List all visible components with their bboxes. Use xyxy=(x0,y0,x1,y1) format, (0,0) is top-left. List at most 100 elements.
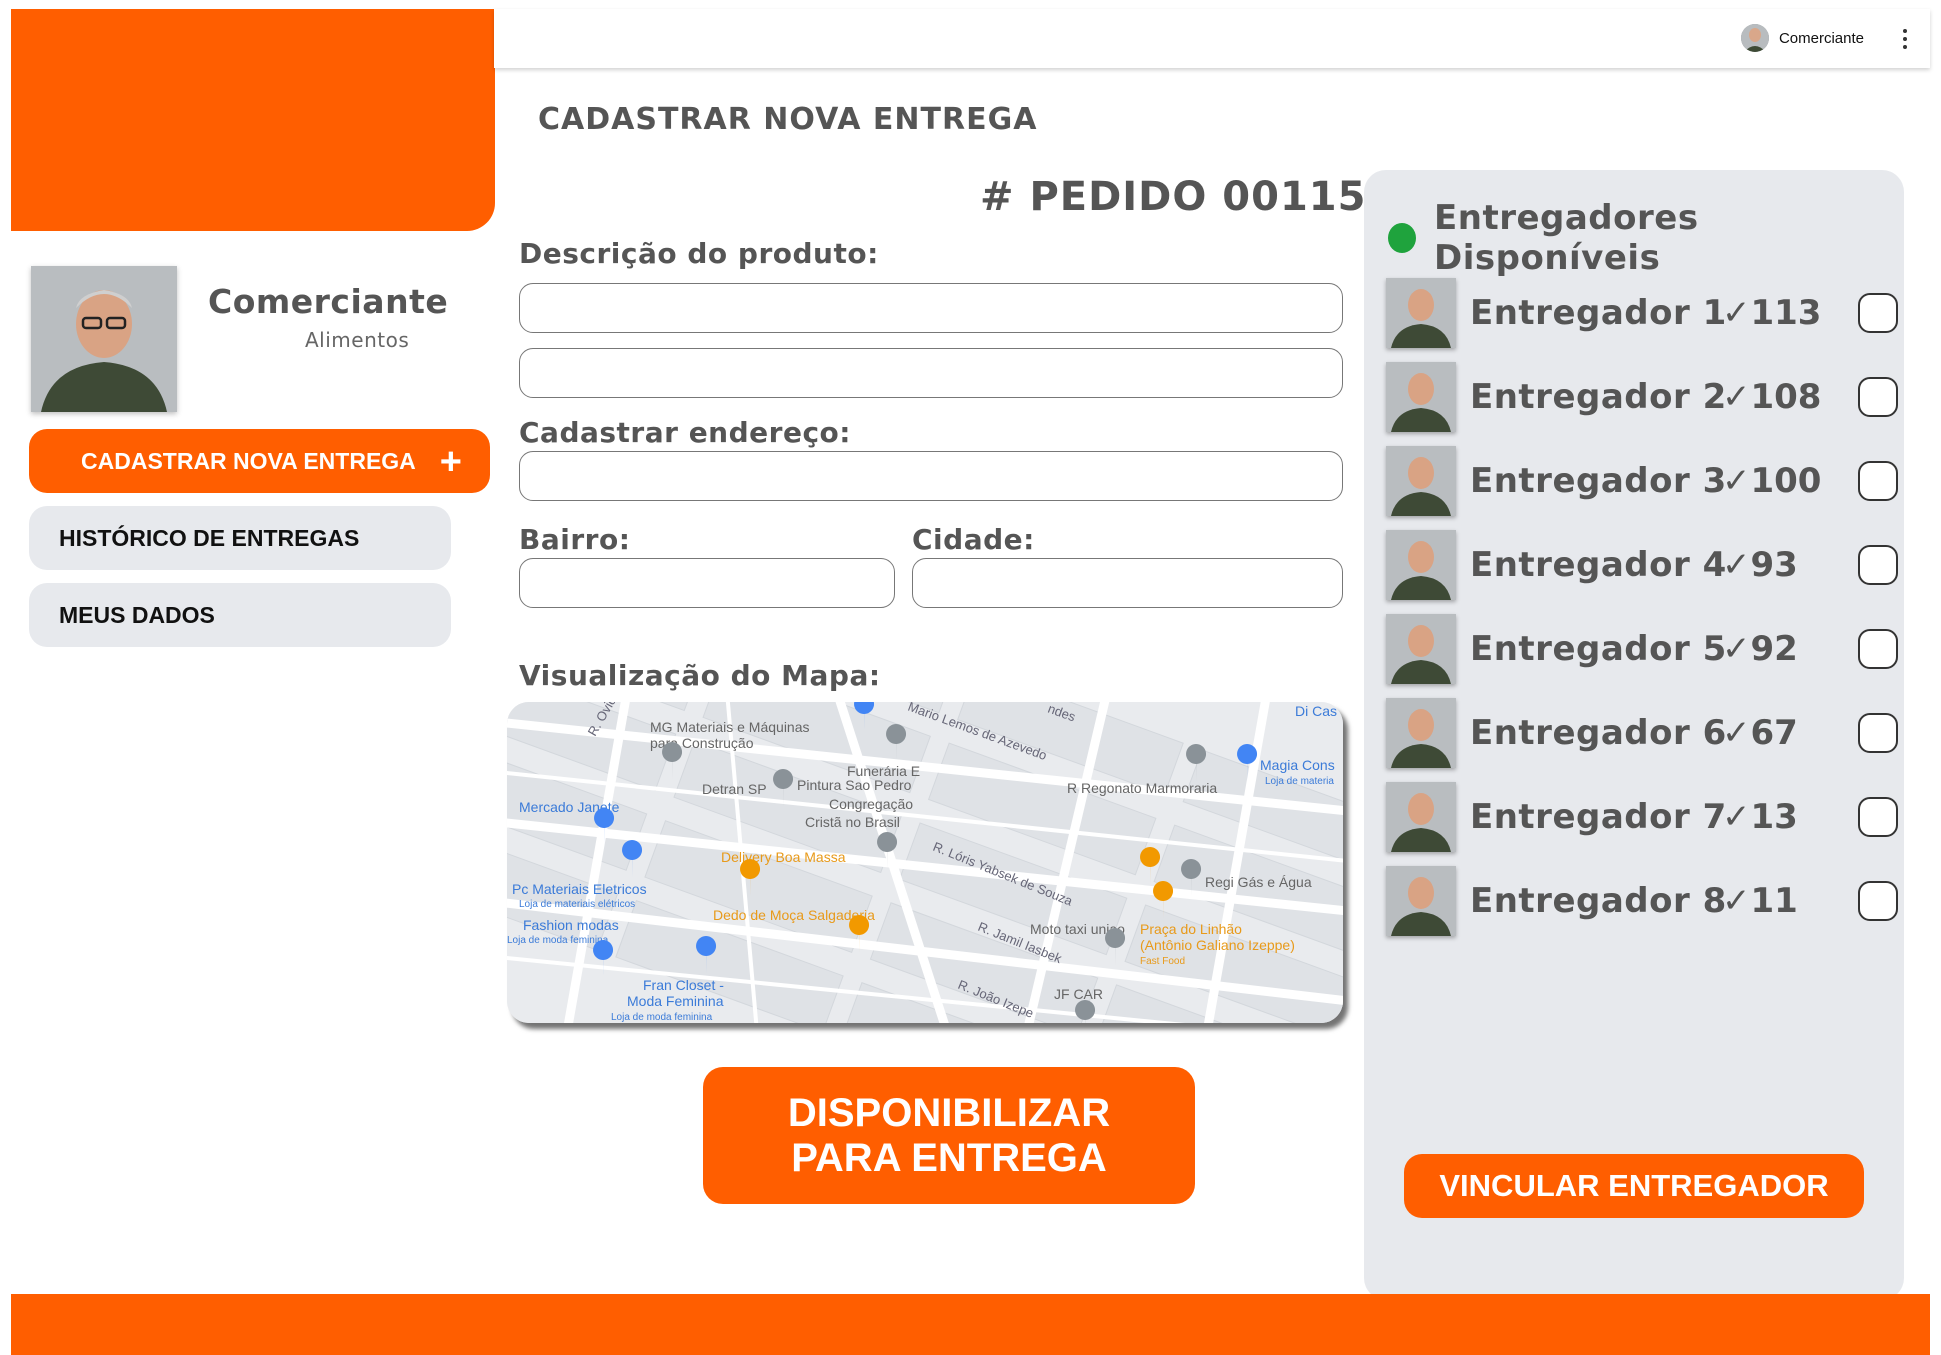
courier-score: ✓100 xyxy=(1722,461,1822,501)
make-available-line-1: DISPONIBILIZAR xyxy=(787,1090,1111,1135)
description-label: Descrição do produto: xyxy=(519,237,879,270)
courier-score: ✓11 xyxy=(1722,881,1798,921)
svg-text:Regi Gás e Água: Regi Gás e Água xyxy=(1205,874,1312,890)
courier-score: ✓108 xyxy=(1722,377,1822,417)
svg-text:Loja de materia: Loja de materia xyxy=(1265,776,1334,787)
avatar xyxy=(1386,446,1456,516)
svg-text:Cristã no Brasil: Cristã no Brasil xyxy=(805,814,900,830)
page-title: CADASTRAR NOVA ENTREGA xyxy=(538,102,1038,137)
svg-text:(Antônio Galiano Izeppe): (Antônio Galiano Izeppe) xyxy=(1140,937,1295,953)
courier-name: Entregador 7 xyxy=(1470,797,1727,837)
courier-checkbox[interactable] xyxy=(1858,461,1898,501)
make-available-line-2: PARA ENTREGA xyxy=(791,1135,1107,1180)
svg-text:Pintura Sao Pedro: Pintura Sao Pedro xyxy=(797,777,912,793)
profile-photo xyxy=(31,266,177,412)
avatar xyxy=(1386,278,1456,348)
courier-row: Entregador 1 ✓113 xyxy=(1386,278,1898,348)
courier-checkbox[interactable] xyxy=(1858,713,1898,753)
avatar xyxy=(1386,362,1456,432)
brand-header-block xyxy=(11,9,495,231)
svg-text:Congregação: Congregação xyxy=(829,796,913,812)
neighborhood-label: Bairro: xyxy=(519,523,631,556)
city-field[interactable] xyxy=(912,558,1343,608)
address-label: Cadastrar endereço: xyxy=(519,416,851,449)
address-field[interactable] xyxy=(519,451,1343,501)
courier-name: Entregador 4 xyxy=(1470,545,1727,585)
courier-row: Entregador 2 ✓108 xyxy=(1386,362,1898,432)
courier-checkbox[interactable] xyxy=(1858,797,1898,837)
courier-checkbox[interactable] xyxy=(1858,377,1898,417)
courier-score: ✓93 xyxy=(1722,545,1798,585)
courier-row: Entregador 7 ✓13 xyxy=(1386,782,1898,852)
courier-score: ✓113 xyxy=(1722,293,1822,333)
avatar xyxy=(1740,24,1769,52)
svg-text:R Regonato Marmoraria: R Regonato Marmoraria xyxy=(1067,780,1217,796)
order-number: # PEDIDO 00115 xyxy=(980,174,1367,220)
top-user-menu[interactable]: Comerciante xyxy=(1740,24,1864,52)
sidebar-item-label: MEUS DADOS xyxy=(59,601,215,628)
city-label: Cidade: xyxy=(912,523,1035,556)
svg-text:Di Cas: Di Cas xyxy=(1295,703,1337,719)
courier-name: Entregador 5 xyxy=(1470,629,1727,669)
courier-row: Entregador 3 ✓100 xyxy=(1386,446,1898,516)
courier-checkbox[interactable] xyxy=(1858,629,1898,669)
svg-text:Loja de moda feminina: Loja de moda feminina xyxy=(611,1012,713,1023)
courier-checkbox[interactable] xyxy=(1858,545,1898,585)
svg-text:Detran SP: Detran SP xyxy=(702,781,767,797)
sidebar-item-label: CADASTRAR NOVA ENTREGA xyxy=(81,447,416,474)
plus-icon: + xyxy=(439,441,462,483)
courier-row: Entregador 5 ✓92 xyxy=(1386,614,1898,684)
svg-text:Loja de moda feminina: Loja de moda feminina xyxy=(507,935,609,946)
description-field-2[interactable] xyxy=(519,348,1343,398)
svg-text:Magia Cons: Magia Cons xyxy=(1260,757,1335,773)
make-available-button[interactable]: DISPONIBILIZAR PARA ENTREGA xyxy=(703,1067,1195,1204)
svg-text:Delivery Boa Massa: Delivery Boa Massa xyxy=(721,849,846,865)
link-courier-button[interactable]: VINCULAR ENTREGADOR xyxy=(1404,1154,1864,1218)
svg-text:Pc Materiais Eletricos: Pc Materiais Eletricos xyxy=(512,881,647,897)
courier-name: Entregador 2 xyxy=(1470,377,1727,417)
map-view[interactable]: R. Ovid Mario Lemos de Azevedo R. Lóris … xyxy=(507,702,1343,1023)
couriers-title: Entregadores Disponíveis xyxy=(1434,198,1699,278)
couriers-header: Entregadores Disponíveis xyxy=(1388,198,1904,278)
svg-text:Praça do Linhão: Praça do Linhão xyxy=(1140,921,1242,937)
courier-name: Entregador 8 xyxy=(1470,881,1727,921)
svg-text:Fashion modas: Fashion modas xyxy=(523,917,619,933)
courier-row: Entregador 8 ✓11 xyxy=(1386,866,1898,936)
svg-text:JF CAR: JF CAR xyxy=(1054,986,1103,1002)
app-page: Comerciante Comerciante Alimentos CADAST… xyxy=(0,0,1941,1355)
courier-name: Entregador 6 xyxy=(1470,713,1727,753)
avatar xyxy=(1386,614,1456,684)
online-status-icon xyxy=(1388,223,1417,253)
sidebar-item-history[interactable]: HISTÓRICO DE ENTREGAS xyxy=(29,506,451,570)
svg-text:Fran Closet -: Fran Closet - xyxy=(643,977,724,993)
profile-name: Comerciante xyxy=(208,282,449,321)
courier-checkbox[interactable] xyxy=(1858,881,1898,921)
avatar xyxy=(1386,698,1456,768)
avatar xyxy=(1386,530,1456,600)
courier-name: Entregador 3 xyxy=(1470,461,1727,501)
sidebar-item-label: HISTÓRICO DE ENTREGAS xyxy=(59,524,360,551)
top-bar: Comerciante xyxy=(494,9,1930,68)
svg-text:Moda Feminina: Moda Feminina xyxy=(627,993,724,1009)
avatar xyxy=(1386,866,1456,936)
sidebar-item-new-delivery[interactable]: CADASTRAR NOVA ENTREGA + xyxy=(29,429,490,493)
courier-checkbox[interactable] xyxy=(1858,293,1898,333)
courier-name: Entregador 1 xyxy=(1470,293,1727,333)
sidebar-item-my-data[interactable]: MEUS DADOS xyxy=(29,583,451,647)
top-user-name: Comerciante xyxy=(1778,29,1864,47)
map-label: Visualização do Mapa: xyxy=(519,659,881,692)
courier-score: ✓67 xyxy=(1722,713,1798,753)
neighborhood-field[interactable] xyxy=(519,558,895,608)
more-vertical-icon[interactable] xyxy=(1902,29,1908,49)
avatar xyxy=(1386,782,1456,852)
profile-category: Alimentos xyxy=(305,328,410,352)
description-field-1[interactable] xyxy=(519,283,1343,333)
courier-score: ✓13 xyxy=(1722,797,1798,837)
footer-bar xyxy=(11,1294,1930,1355)
courier-score: ✓92 xyxy=(1722,629,1798,669)
svg-text:Loja de materiais elétricos: Loja de materiais elétricos xyxy=(519,899,635,910)
courier-row: Entregador 6 ✓67 xyxy=(1386,698,1898,768)
courier-row: Entregador 4 ✓93 xyxy=(1386,530,1898,600)
couriers-panel: Entregadores Disponíveis Entregador 1 ✓1… xyxy=(1364,170,1904,1300)
svg-text:Fast Food: Fast Food xyxy=(1140,956,1185,967)
